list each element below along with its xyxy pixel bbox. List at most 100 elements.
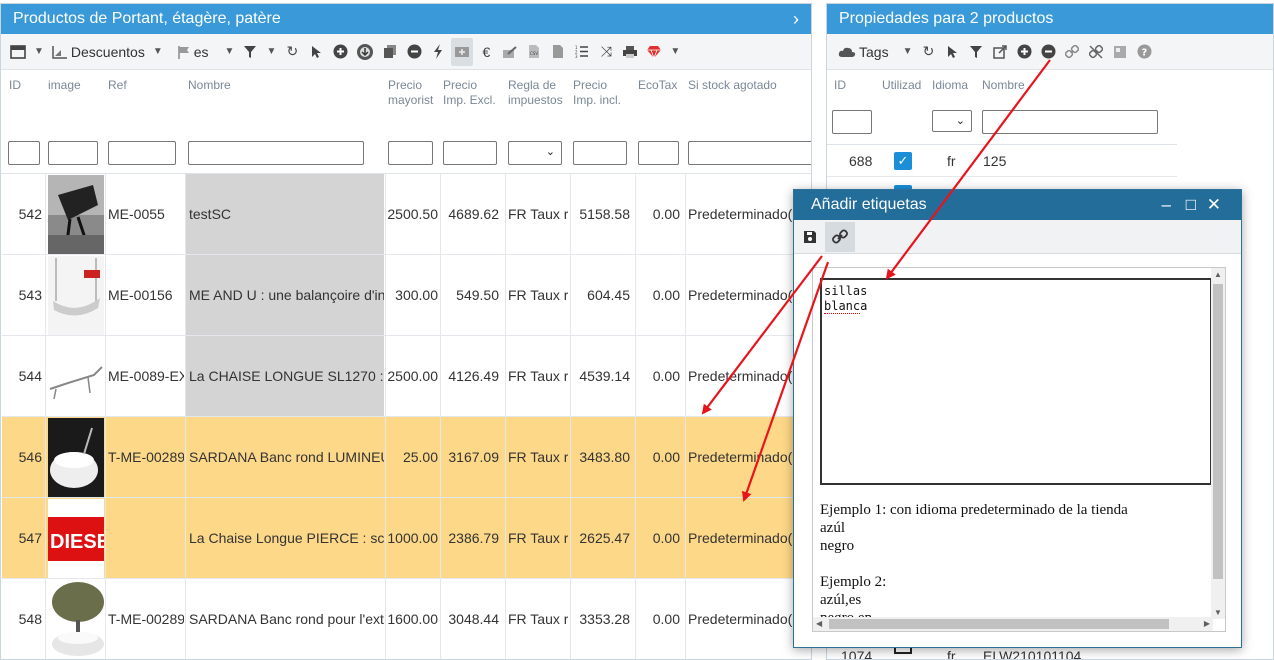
product-image[interactable] [48, 580, 104, 659]
cell-ref[interactable]: ME-0055 [108, 174, 184, 254]
chevron-down-icon[interactable]: ▼ [263, 38, 279, 66]
cell-nombre[interactable]: testSC [186, 174, 384, 254]
cell-ecotax[interactable]: 0.00 [636, 417, 680, 497]
prop-col-header-utilizado[interactable]: Utilizad [882, 78, 921, 93]
add-circle-icon[interactable] [329, 38, 351, 66]
cell-precio-incl[interactable]: 5158.58 [571, 174, 630, 254]
filter-image-input[interactable] [48, 141, 98, 165]
col-header-precio-incl[interactable]: Precio Imp. incl. [573, 78, 621, 108]
prop-row[interactable]: 688 ✓ fr 125 [827, 145, 1177, 177]
filter-excl-input[interactable] [443, 141, 497, 165]
refresh-icon[interactable]: ↻ [917, 38, 939, 66]
export-icon[interactable] [499, 38, 521, 66]
cell-precio-mayorista[interactable]: 300.00 [386, 255, 438, 335]
cell-regla[interactable]: FR Taux r [508, 498, 568, 578]
col-header-image[interactable]: image [48, 78, 81, 93]
unlink-icon[interactable] [1085, 38, 1107, 66]
table-row[interactable]: 543 ME-00156 ME AND U : une balançoire d'i… [2, 255, 811, 336]
product-image[interactable] [48, 175, 104, 254]
filter-id-input[interactable] [8, 141, 40, 165]
filter-incl-input[interactable] [573, 141, 627, 165]
cell-ecotax[interactable]: 0.00 [636, 174, 680, 254]
cell-id[interactable]: 542 [2, 174, 42, 254]
table-row[interactable]: 542 ME-0055 testSC 2500.50 4689.62 FR Taux r5… [2, 174, 811, 255]
refresh-icon[interactable]: ↻ [281, 38, 303, 66]
cell-precio-incl[interactable]: 3483.80 [571, 417, 630, 497]
euro-icon[interactable]: € [475, 38, 497, 66]
cell-ref[interactable]: T-ME-00289 [108, 417, 184, 497]
cell-precio-mayorista[interactable]: 2500.00 [386, 336, 438, 416]
cell-ecotax[interactable]: 0.00 [636, 255, 680, 335]
cell-regla[interactable]: FR Taux r [508, 174, 568, 254]
table-row[interactable]: 546 T-ME-00289 SARDANA Banc rond LUMINEU 25… [2, 417, 811, 498]
product-image[interactable] [48, 418, 104, 497]
chevron-down-icon[interactable]: ▼ [900, 38, 916, 66]
cell-regla[interactable]: FR Taux r [508, 336, 568, 416]
link-icon[interactable] [1061, 38, 1083, 66]
prop-filter-id-input[interactable] [832, 110, 872, 134]
scrollbar-thumb[interactable] [1213, 284, 1223, 579]
shuffle-icon[interactable]: ⤨ [595, 38, 617, 66]
cell-precio-mayorista[interactable]: 1000.00 [386, 498, 438, 578]
filter-ref-input[interactable] [108, 141, 176, 165]
product-image[interactable]: DIESE [48, 499, 104, 578]
cell-stock[interactable]: Predeterminado( [688, 255, 798, 335]
document-icon[interactable] [547, 38, 569, 66]
chevron-right-icon[interactable]: › [793, 4, 799, 34]
chevron-down-icon[interactable]: ▼ [222, 38, 238, 66]
add-circle-icon[interactable] [1013, 38, 1035, 66]
copy-icon[interactable] [379, 38, 401, 66]
prop-col-header-id[interactable]: ID [834, 78, 846, 93]
prop-filter-idioma-select[interactable]: ⌄ [932, 110, 972, 132]
chevron-down-icon[interactable]: ▼ [31, 38, 47, 66]
cell-id[interactable]: 544 [2, 336, 42, 416]
cell-stock[interactable]: Predeterminado( [688, 336, 798, 416]
col-header-nombre[interactable]: Nombre [188, 78, 231, 93]
cell-nombre[interactable]: La Chaise Longue PIERCE : sc [186, 498, 384, 578]
cell-precio-excl[interactable]: 3167.09 [441, 417, 499, 497]
col-header-stock[interactable]: Si stock agotado [688, 78, 777, 93]
save-icon[interactable] [795, 222, 825, 252]
add-to-category-icon[interactable] [451, 37, 474, 66]
col-header-ref[interactable]: Ref [108, 78, 127, 93]
minimize-icon[interactable]: – [1162, 190, 1171, 220]
grid-icon[interactable] [1109, 38, 1131, 66]
scrollbar-thumb[interactable] [829, 619, 1169, 629]
prop-col-header-idioma[interactable]: Idioma [932, 78, 968, 93]
filter-icon[interactable] [239, 38, 261, 66]
filter-regla-select[interactable]: ⌄ [508, 141, 562, 165]
remove-circle-icon[interactable] [1037, 38, 1059, 66]
filter-nombre-input[interactable] [188, 141, 364, 165]
col-header-ecotax[interactable]: EcoTax [638, 78, 677, 93]
cell-stock[interactable]: Predeterminado( [688, 498, 798, 578]
csv-icon[interactable]: CSV [523, 38, 545, 66]
printer-icon[interactable] [619, 38, 641, 66]
scroll-left-arrow[interactable]: ◀ [816, 619, 822, 628]
cell-stock[interactable]: Predeterminado( [688, 417, 798, 497]
cell-ecotax[interactable]: 0.00 [636, 336, 680, 416]
cell-stock[interactable]: Predeterminado( [688, 174, 798, 254]
maximize-icon[interactable]: □ [1186, 190, 1196, 220]
cell-ref[interactable]: ME-0089-EX [108, 336, 184, 416]
cell-nombre[interactable]: SARDANA Banc rond LUMINEU [186, 417, 384, 497]
cell-precio-excl[interactable]: 4689.62 [441, 174, 499, 254]
cell-ref[interactable]: ME-00156 [108, 255, 184, 335]
checkbox-checked[interactable]: ✓ [894, 152, 912, 170]
filter-icon[interactable] [965, 38, 987, 66]
cell-precio-excl[interactable]: 2386.79 [441, 498, 499, 578]
cell-precio-mayorista[interactable]: 2500.50 [386, 174, 438, 254]
scroll-right-arrow[interactable]: ▶ [1204, 619, 1210, 628]
prop-filter-nombre-input[interactable] [982, 110, 1158, 134]
prop-col-header-nombre[interactable]: Nombre [982, 78, 1025, 93]
cell-precio-incl[interactable]: 3353.28 [571, 579, 630, 659]
import-icon[interactable] [353, 38, 377, 66]
cell-precio-incl[interactable]: 604.45 [571, 255, 630, 335]
col-header-regla[interactable]: Regla de impuestos [508, 78, 563, 108]
cell-stock[interactable]: Predeterminado( [688, 579, 798, 659]
cell-nombre[interactable]: ME AND U : une balançoire d'in [186, 255, 384, 335]
horizontal-scrollbar[interactable]: ◀ ▶ [813, 617, 1213, 631]
tags-button[interactable]: Tags [835, 38, 892, 66]
cell-regla[interactable]: FR Taux r [508, 417, 568, 497]
scroll-up-arrow[interactable]: ▲ [1214, 270, 1222, 279]
cell-precio-excl[interactable]: 4126.49 [441, 336, 499, 416]
